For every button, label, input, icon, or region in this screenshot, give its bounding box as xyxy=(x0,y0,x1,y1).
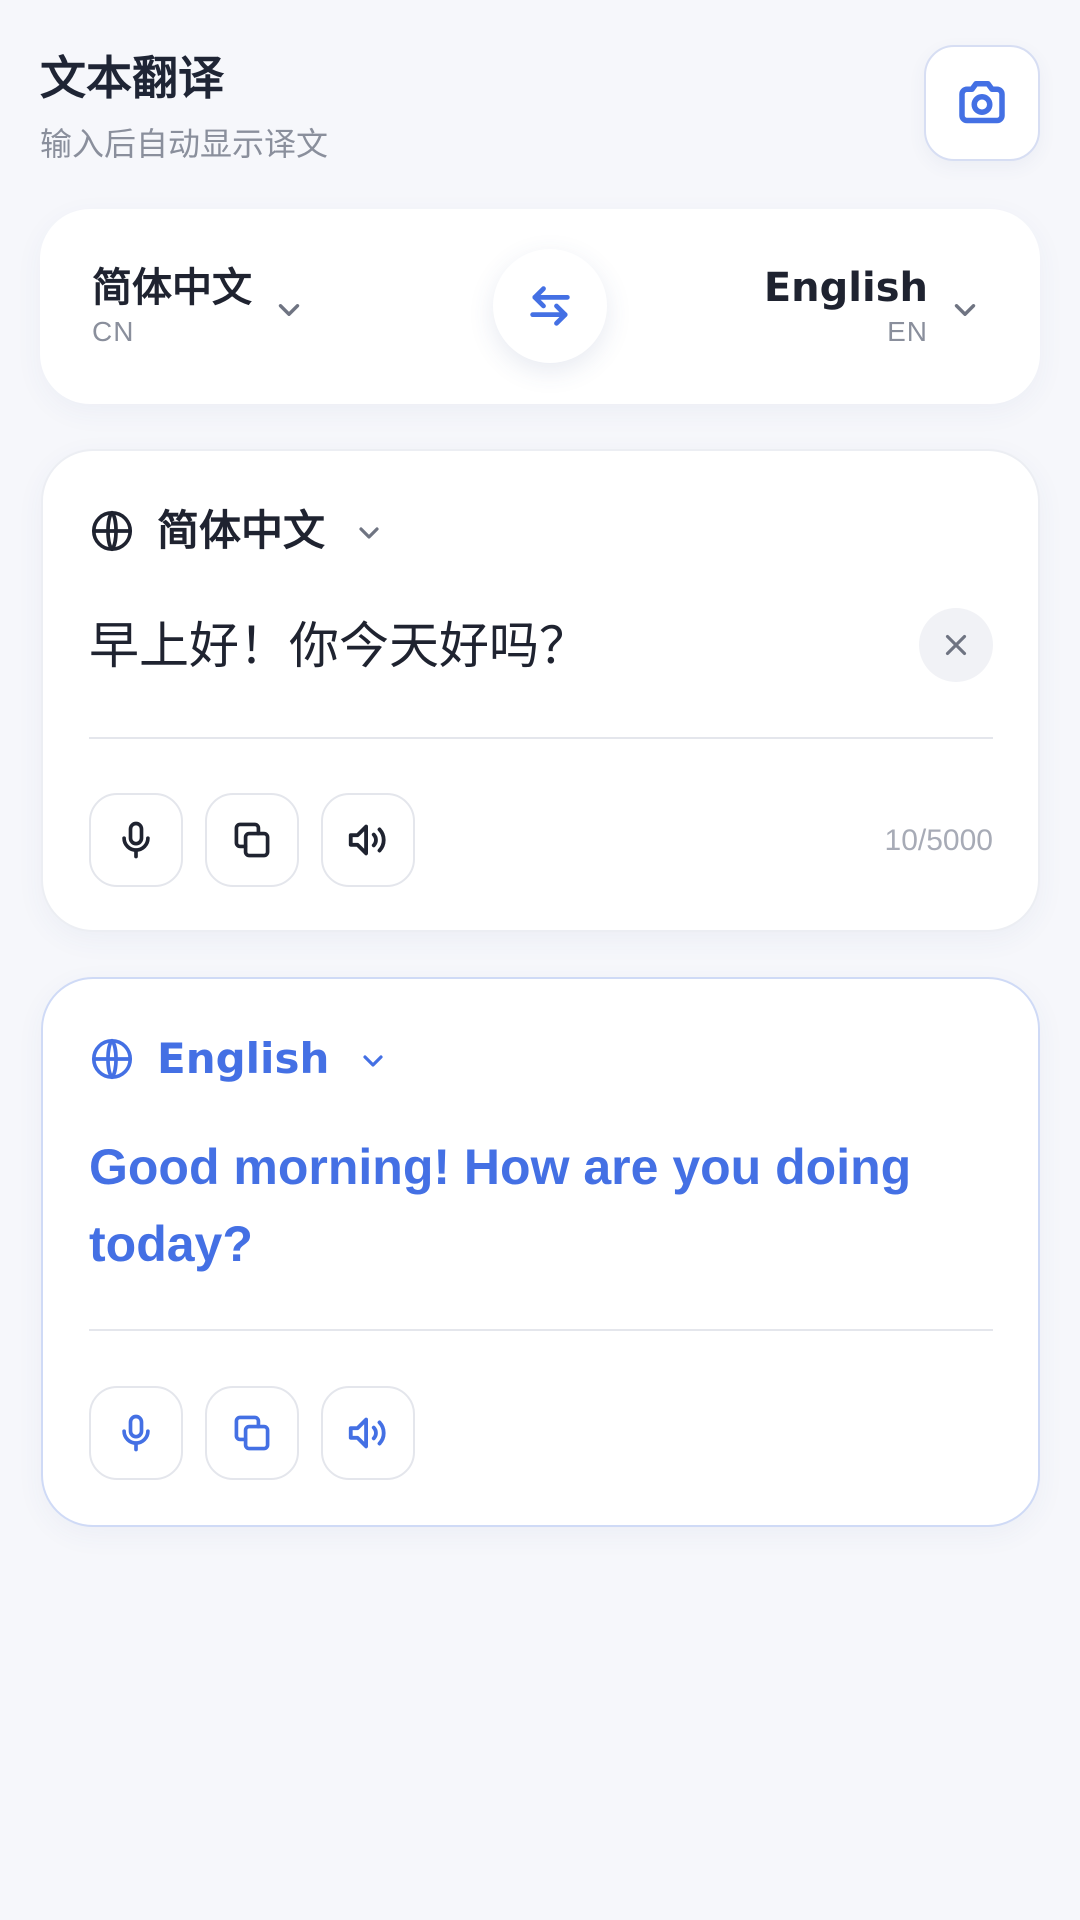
speak-button[interactable] xyxy=(321,1386,415,1480)
chevron-down-icon xyxy=(359,527,379,539)
chevron-down-icon[interactable] xyxy=(272,293,306,327)
language-bar: 简体中文 CN English EN xyxy=(40,209,1040,404)
chevron-down-icon xyxy=(363,1055,383,1067)
copy-button[interactable] xyxy=(205,1386,299,1480)
source-card-language: 简体中文 xyxy=(157,506,326,555)
globe-icon xyxy=(91,1038,133,1080)
target-language-code: EN xyxy=(887,316,928,347)
source-actions xyxy=(89,793,437,887)
swap-icon xyxy=(530,286,570,326)
target-card-language: English xyxy=(157,1034,330,1083)
target-language-name: English xyxy=(763,265,928,311)
target-language-selector[interactable]: English EN xyxy=(764,264,928,352)
divider xyxy=(89,737,993,739)
camera-icon xyxy=(959,81,1005,124)
page-title: 文本翻译 xyxy=(40,51,224,105)
source-card: 简体中文 早上好！你今天好吗？ 10/5000 xyxy=(41,449,1040,932)
target-language-dropdown[interactable]: English xyxy=(89,1031,389,1087)
copy-button[interactable] xyxy=(205,793,299,887)
source-language-name: 简体中文 xyxy=(92,265,252,311)
speak-button[interactable] xyxy=(321,793,415,887)
close-icon xyxy=(945,634,967,656)
source-language-dropdown[interactable]: 简体中文 xyxy=(89,503,385,559)
globe-icon xyxy=(91,510,133,552)
camera-button[interactable] xyxy=(924,45,1040,161)
source-language-code: CN xyxy=(92,316,135,347)
target-actions xyxy=(89,1386,437,1480)
swap-languages-button[interactable] xyxy=(493,249,607,363)
voice-input-button[interactable] xyxy=(89,793,183,887)
voice-input-button[interactable] xyxy=(89,1386,183,1480)
divider xyxy=(89,1329,993,1331)
header: 文本翻译 输入后自动显示译文 xyxy=(40,40,1040,170)
chevron-down-icon[interactable] xyxy=(948,293,982,327)
microphone-icon xyxy=(122,1414,150,1452)
microphone-icon xyxy=(122,821,150,859)
speaker-icon xyxy=(348,1417,386,1449)
clear-button[interactable] xyxy=(919,608,993,682)
target-card: English Good morning! How are you doing … xyxy=(41,977,1040,1527)
source-text-input[interactable]: 早上好！你今天好吗？ xyxy=(89,611,589,681)
translated-text: Good morning! How are you doing today? xyxy=(89,1139,912,1272)
speaker-icon xyxy=(348,824,386,856)
copy-icon xyxy=(234,1415,270,1451)
source-language-selector[interactable]: 简体中文 CN xyxy=(92,264,252,352)
page-subtitle: 输入后自动显示译文 xyxy=(40,125,329,163)
copy-icon xyxy=(234,822,270,858)
character-count: 10/5000 xyxy=(884,824,993,857)
